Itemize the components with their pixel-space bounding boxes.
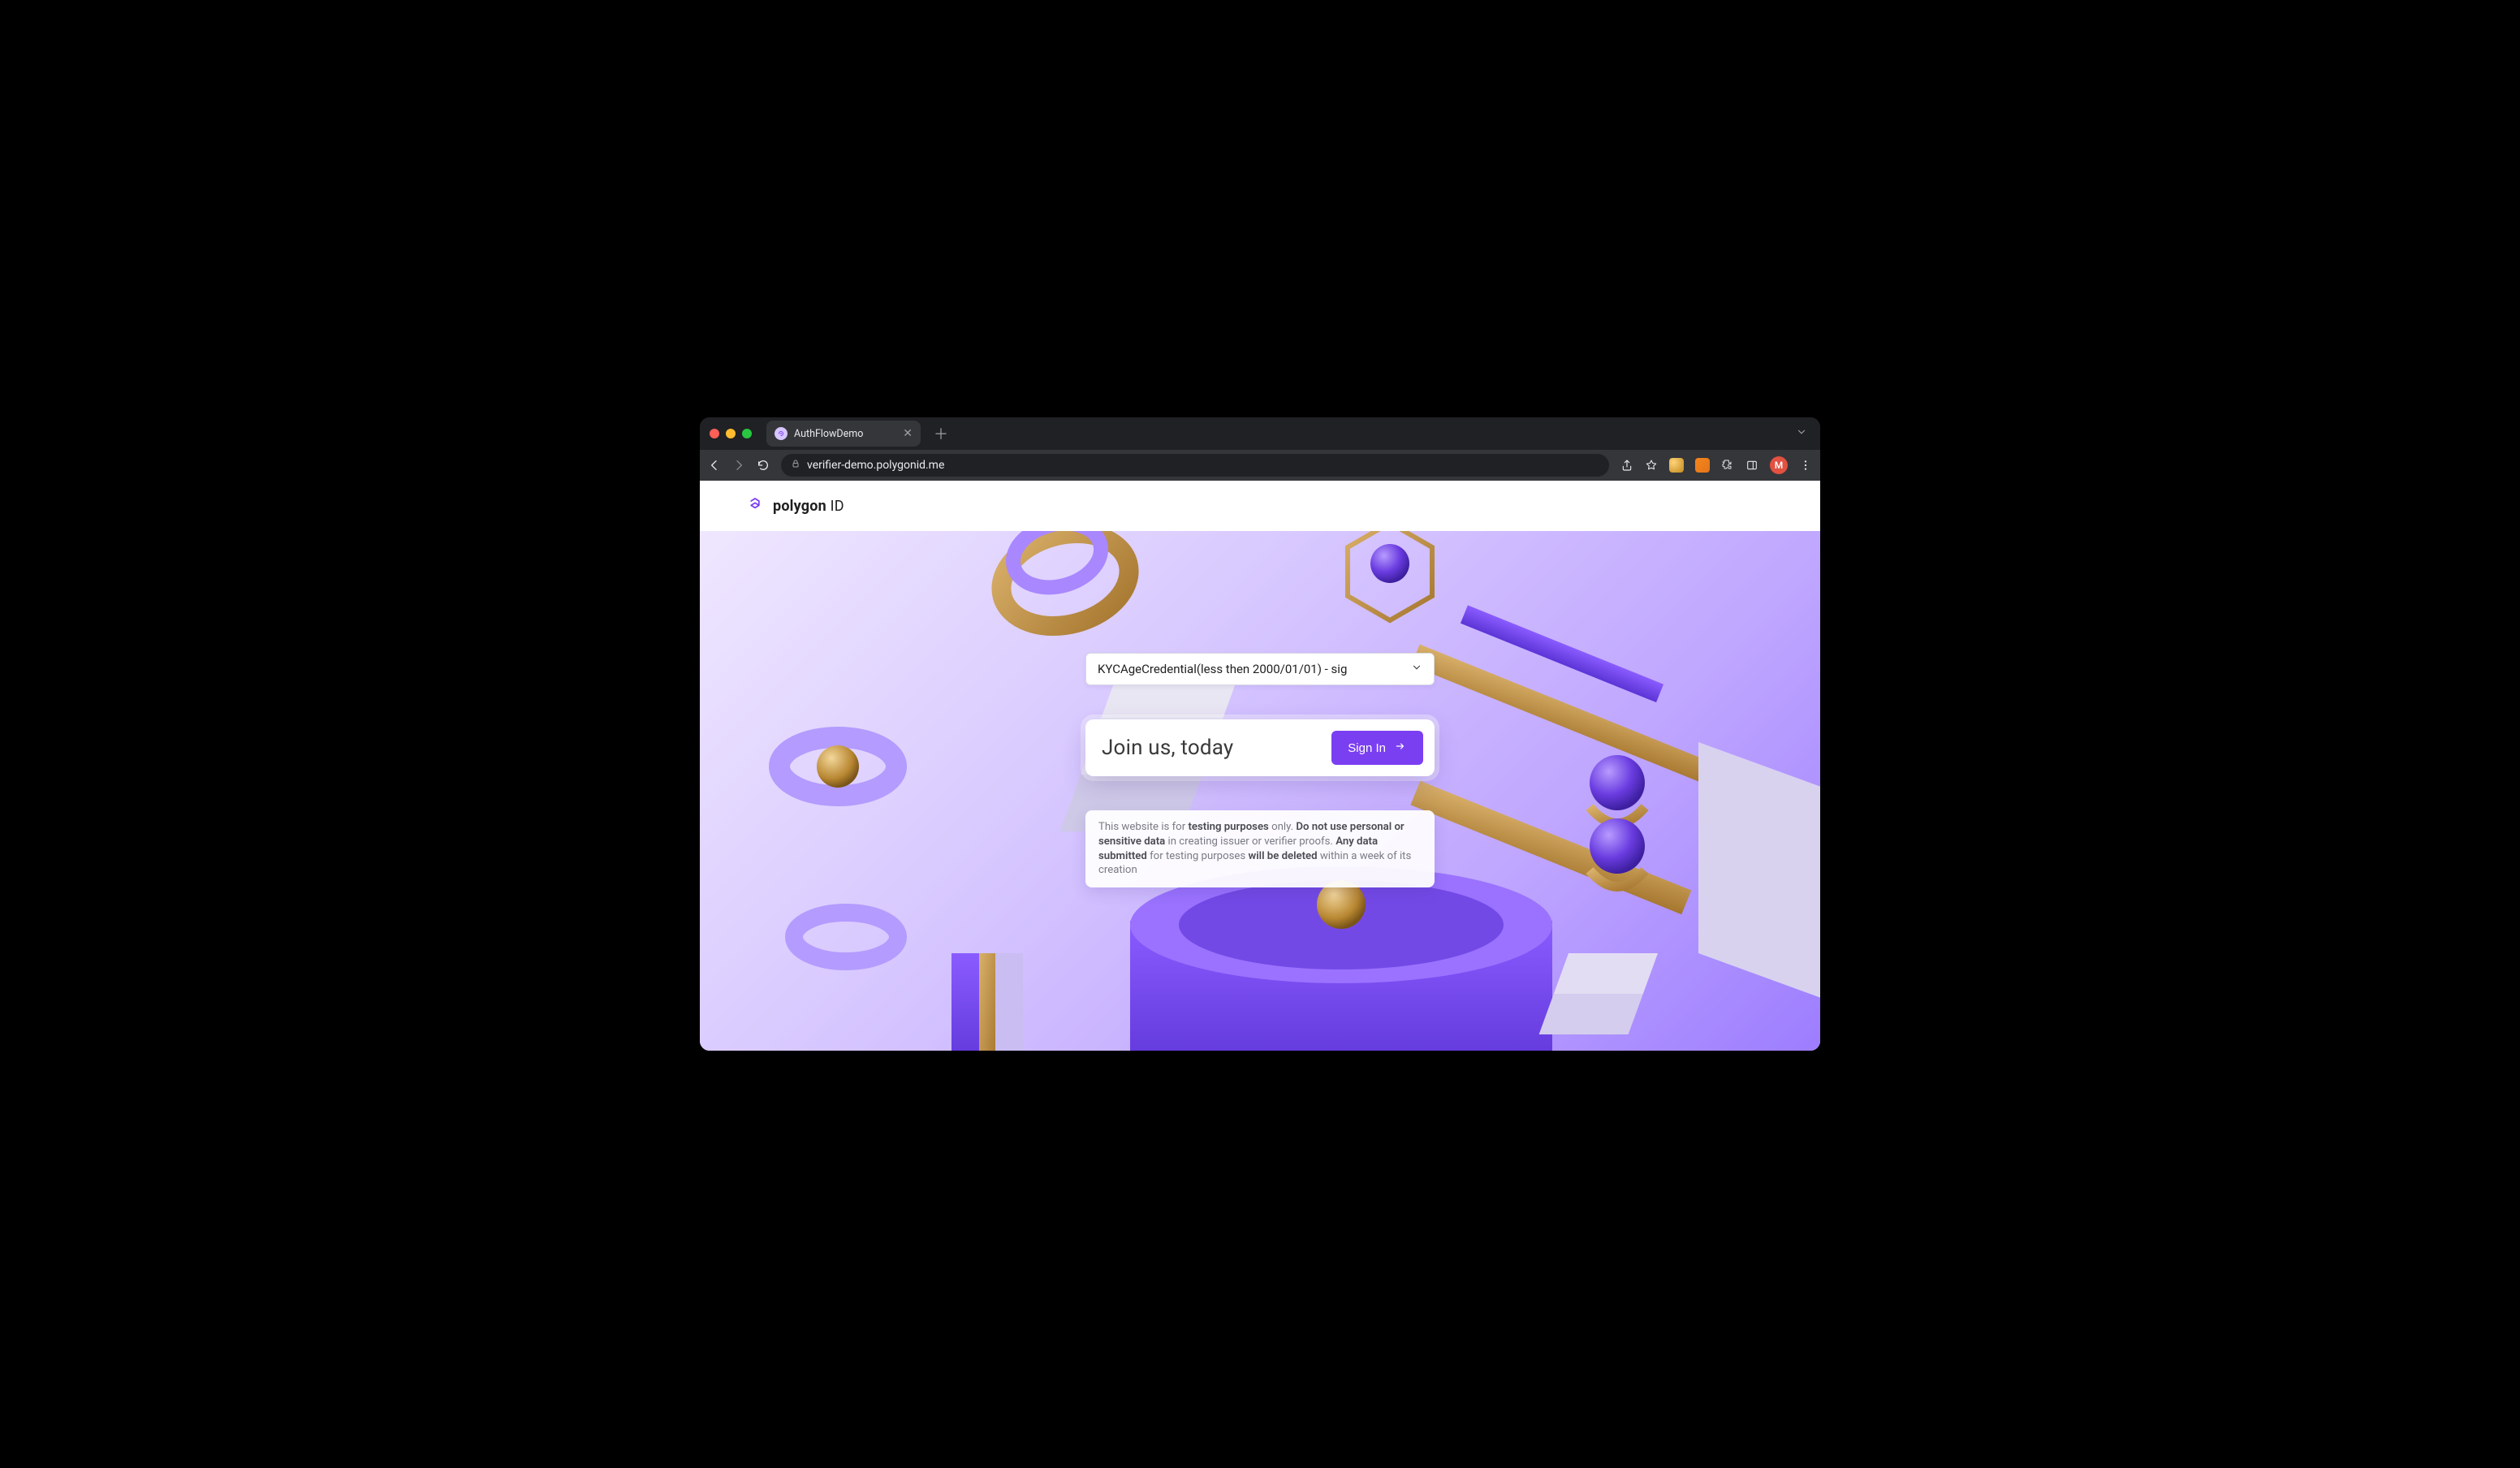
tab-strip: AuthFlowDemo ✕ ＋ <box>766 420 1273 447</box>
sidepanel-icon[interactable] <box>1745 459 1758 472</box>
maximize-window-button[interactable] <box>742 429 752 438</box>
tabs-overflow-button[interactable] <box>1793 423 1810 444</box>
chevron-down-icon <box>1411 662 1422 676</box>
extension-icon-metamask[interactable] <box>1695 458 1710 473</box>
window-controls <box>710 429 752 438</box>
toolbar-right: M <box>1620 456 1812 474</box>
hero-section: KYCAgeCredential(less then 2000/01/01) -… <box>700 531 1820 1051</box>
titlebar: AuthFlowDemo ✕ ＋ <box>700 417 1820 450</box>
brand-logo[interactable]: polygon ID <box>745 496 844 516</box>
forward-button[interactable] <box>732 459 745 472</box>
back-button[interactable] <box>708 459 721 472</box>
browser-window: AuthFlowDemo ✕ ＋ verifier-demo.polygonid… <box>700 417 1820 1051</box>
share-icon[interactable] <box>1620 459 1633 472</box>
reload-button[interactable] <box>757 459 770 472</box>
sign-in-label: Sign In <box>1348 741 1386 755</box>
cta-headline: Join us, today <box>1102 736 1233 760</box>
sign-in-button[interactable]: Sign In <box>1331 731 1423 765</box>
disclaimer-notice: This website is for testing purposes onl… <box>1085 810 1435 887</box>
arrow-right-icon <box>1394 740 1407 755</box>
browser-tab[interactable]: AuthFlowDemo ✕ <box>766 421 921 447</box>
url-text: verifier-demo.polygonid.me <box>807 459 944 472</box>
lock-icon <box>791 459 800 472</box>
toolbar: verifier-demo.polygonid.me M <box>700 450 1820 481</box>
close-window-button[interactable] <box>710 429 719 438</box>
profile-avatar[interactable]: M <box>1770 456 1788 474</box>
page-viewport: polygon ID <box>700 481 1820 1051</box>
bookmark-star-icon[interactable] <box>1645 459 1658 472</box>
address-bar[interactable]: verifier-demo.polygonid.me <box>781 454 1609 477</box>
brand-name: polygon ID <box>773 498 844 515</box>
close-tab-button[interactable]: ✕ <box>903 428 913 439</box>
new-tab-button[interactable]: ＋ <box>927 420 955 447</box>
credential-select[interactable]: KYCAgeCredential(less then 2000/01/01) -… <box>1085 653 1435 685</box>
extension-icon-1[interactable] <box>1669 458 1684 473</box>
tab-favicon <box>775 427 788 440</box>
polygon-logo-icon <box>745 496 765 516</box>
credential-select-value: KYCAgeCredential(less then 2000/01/01) -… <box>1098 662 1347 676</box>
extensions-puzzle-icon[interactable] <box>1721 459 1734 472</box>
kebab-menu-icon[interactable] <box>1799 459 1812 472</box>
cta-card: Join us, today Sign In <box>1085 719 1435 776</box>
site-header: polygon ID <box>700 481 1820 531</box>
tab-title: AuthFlowDemo <box>794 428 896 440</box>
minimize-window-button[interactable] <box>726 429 736 438</box>
